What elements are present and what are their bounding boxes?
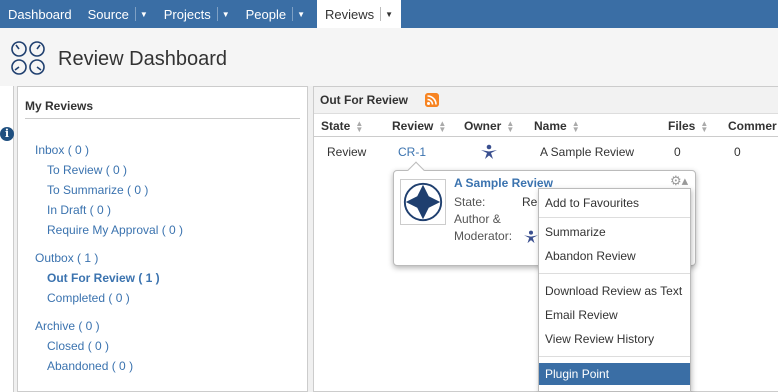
gear-icon[interactable]: ⚙▴ (670, 173, 688, 189)
menu-view-review-history[interactable]: View Review History (539, 328, 690, 350)
review-actions-menu: Add to Favourites Summarize Abandon Revi… (538, 188, 691, 392)
menu-download-review-as-text[interactable]: Download Review as Text (539, 280, 690, 302)
menu-divider (539, 356, 690, 357)
table-header-row: State ▲ ▼ Review ▲ ▼ Owner ▲ ▼ Name ▲ ▼ Files ▲ ▼ … (314, 115, 778, 137)
my-reviews-panel: My Reviews Inbox ( 0 ) To Review ( 0 ) T… (17, 86, 308, 392)
menu-summarize[interactable]: Summarize (539, 221, 690, 243)
menu-divider (539, 273, 690, 274)
page-header: Review Dashboard (0, 28, 778, 86)
menu-add-to-favourites[interactable]: Add to Favourites (539, 192, 690, 214)
sort-icon[interactable]: ▲ ▼ (506, 119, 514, 133)
row-review-link[interactable]: CR-1 (398, 145, 426, 159)
rss-icon[interactable] (425, 93, 439, 107)
sort-icon[interactable]: ▲ ▼ (355, 119, 363, 133)
author-label: Author & (454, 212, 501, 226)
nav-projects-label: Projects (163, 6, 211, 22)
sort-icon[interactable]: ▲ ▼ (572, 119, 580, 133)
page-title: Review Dashboard (58, 48, 227, 70)
nav-dashboard[interactable]: Dashboard (0, 0, 80, 28)
column-header-review[interactable]: Review ▲ ▼ (392, 119, 446, 133)
row-name: A Sample Review (540, 145, 635, 159)
nav-source-label: Source (87, 6, 129, 22)
sort-icon[interactable]: ▲ ▼ (438, 119, 446, 133)
state-label: State: (454, 195, 486, 209)
panel-title: Out For Review (320, 93, 409, 107)
nav-people[interactable]: People ▼ (238, 0, 313, 28)
moderator-label: Moderator: (454, 229, 513, 243)
review-avatar-icon (400, 179, 446, 225)
column-header-owner[interactable]: Owner ▲ ▼ (464, 119, 514, 133)
chevron-down-icon[interactable]: ▼ (380, 7, 393, 21)
column-header-comments[interactable]: Commer (728, 119, 777, 133)
menu-divider (539, 217, 690, 218)
row-comments: 0 (734, 145, 741, 159)
inbox-link[interactable]: Inbox ( 0 ) (35, 143, 89, 157)
panel-header: Out For Review (314, 87, 778, 114)
column-header-files[interactable]: Files ▲ ▼ (668, 119, 708, 133)
top-navigation: Dashboard Source ▼ Projects ▼ People ▼ R… (0, 0, 778, 28)
info-icon[interactable]: i (0, 127, 14, 141)
column-header-name[interactable]: Name ▲ ▼ (534, 119, 580, 133)
state-value: Re (522, 195, 538, 209)
dashboard-gauges-icon (11, 41, 45, 75)
sort-icon[interactable]: ▲ ▼ (700, 119, 708, 133)
nav-reviews-label: Reviews (325, 6, 375, 22)
outbox-link[interactable]: Outbox ( 1 ) (35, 251, 98, 265)
to-summarize-link[interactable]: To Summarize ( 0 ) (47, 183, 148, 197)
divider (25, 118, 300, 119)
in-draft-link[interactable]: In Draft ( 0 ) (47, 203, 111, 217)
require-approval-link[interactable]: Require My Approval ( 0 ) (47, 223, 183, 237)
nav-dashboard-label: Dashboard (8, 6, 72, 22)
row-files: 0 (674, 145, 681, 159)
menu-plugin-point[interactable]: Plugin Point (539, 363, 690, 385)
row-state: Review (327, 145, 367, 159)
nav-reviews[interactable]: Reviews ▼ (317, 0, 402, 28)
nav-projects[interactable]: Projects ▼ (156, 0, 238, 28)
chevron-down-icon[interactable]: ▼ (292, 7, 305, 21)
menu-email-review[interactable]: Email Review (539, 304, 690, 326)
archive-link[interactable]: Archive ( 0 ) (35, 319, 100, 333)
chevron-down-icon[interactable]: ▼ (216, 7, 230, 21)
completed-link[interactable]: Completed ( 0 ) (47, 291, 130, 305)
chevron-down-icon[interactable]: ▼ (134, 7, 148, 21)
my-reviews-title: My Reviews (25, 99, 94, 113)
person-icon[interactable] (480, 144, 498, 160)
menu-abandon-review[interactable]: Abandon Review (539, 245, 690, 267)
abandoned-link[interactable]: Abandoned ( 0 ) (47, 359, 133, 373)
closed-link[interactable]: Closed ( 0 ) (47, 339, 109, 353)
out-for-review-link[interactable]: Out For Review ( 1 ) (47, 271, 160, 285)
nav-source[interactable]: Source ▼ (80, 0, 156, 28)
person-icon (524, 230, 538, 244)
to-review-link[interactable]: To Review ( 0 ) (47, 163, 127, 177)
nav-people-label: People (245, 6, 287, 22)
column-header-state[interactable]: State ▲ ▼ (321, 119, 363, 133)
